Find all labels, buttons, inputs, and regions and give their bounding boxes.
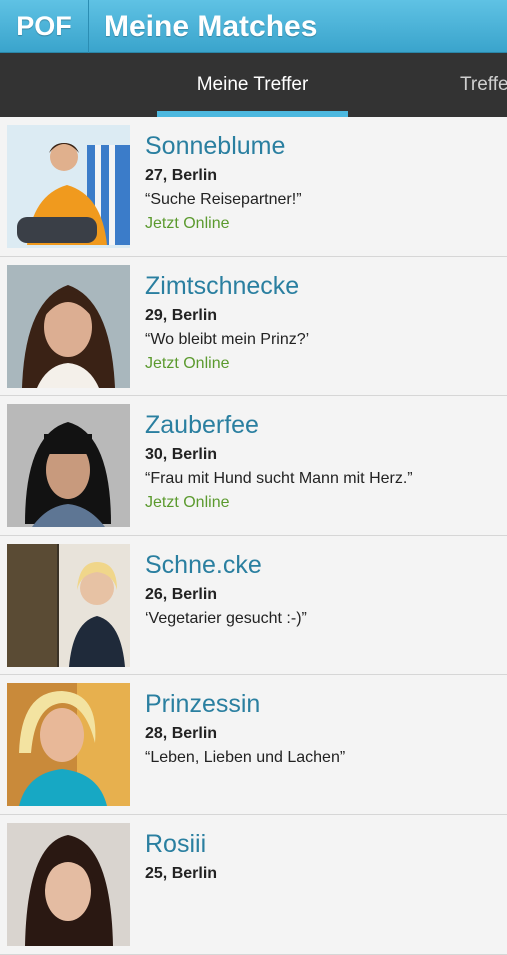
- profile-photo: [7, 683, 130, 807]
- match-row[interactable]: Zimtschnecke 29, Berlin “Wo bleibt mein …: [0, 256, 507, 397]
- match-name[interactable]: Sonneblume: [145, 131, 499, 161]
- profile-photo: [7, 264, 130, 388]
- avatar[interactable]: [7, 264, 130, 388]
- tab-meine-treffer[interactable]: Meine Treffer: [157, 53, 348, 117]
- match-name[interactable]: Schne.cke: [145, 550, 499, 580]
- avatar[interactable]: [7, 404, 130, 528]
- match-quote: “Suche Reisepartner!”: [145, 191, 302, 208]
- online-status: Jetzt Online: [145, 354, 230, 372]
- profile-photo: [7, 543, 130, 667]
- page-title: Meine Matches: [104, 9, 318, 43]
- match-name[interactable]: Rosiii: [145, 829, 499, 859]
- match-quote: “Frau mit Hund sucht Mann mit Herz.”: [145, 470, 413, 488]
- match-age-city: 29, Berlin: [145, 306, 218, 324]
- online-status: Jetzt Online: [145, 215, 230, 232]
- match-name[interactable]: Zauberfee: [145, 410, 499, 440]
- pof-logo[interactable]: POF: [0, 0, 89, 53]
- avatar[interactable]: [7, 543, 130, 667]
- match-row[interactable]: Prinzessin 28, Berlin “Leben, Lieben und…: [0, 675, 507, 815]
- tab-bar: Meine Treffer Treffer: [0, 53, 507, 117]
- match-name[interactable]: Prinzessin: [145, 689, 499, 719]
- app-bar: POF Meine Matches: [0, 0, 507, 53]
- match-age-city: 25, Berlin: [145, 864, 218, 882]
- match-row[interactable]: Sonneblume 27, Berlin “Suche Reisepartne…: [0, 117, 507, 257]
- match-age-city: 26, Berlin: [145, 585, 218, 603]
- match-row[interactable]: Schne.cke 26, Berlin ‘Vegetarier gesucht…: [0, 535, 507, 676]
- match-quote: “Wo bleibt mein Prinz?’: [145, 330, 310, 348]
- match-quote: ‘Vegetarier gesucht :-)”: [145, 609, 307, 627]
- online-status: Jetzt Online: [145, 494, 230, 512]
- profile-photo: [7, 404, 130, 528]
- match-age-city: 28, Berlin: [145, 725, 218, 743]
- profile-photo: [7, 822, 130, 946]
- avatar[interactable]: [7, 125, 130, 248]
- match-row[interactable]: Zauberfee 30, Berlin “Frau mit Hund such…: [0, 396, 507, 536]
- profile-photo: [7, 125, 130, 248]
- match-age-city: 30, Berlin: [145, 446, 218, 464]
- match-list: Sonneblume 27, Berlin “Suche Reisepartne…: [0, 117, 507, 955]
- match-name[interactable]: Zimtschnecke: [145, 271, 499, 301]
- match-row[interactable]: Rosiii 25, Berlin: [0, 814, 507, 955]
- avatar[interactable]: [7, 683, 130, 807]
- match-quote: “Leben, Lieben und Lachen”: [145, 749, 346, 767]
- avatar[interactable]: [7, 822, 130, 946]
- tab-treffer[interactable]: Treffer: [460, 53, 507, 117]
- match-age-city: 27, Berlin: [145, 167, 218, 184]
